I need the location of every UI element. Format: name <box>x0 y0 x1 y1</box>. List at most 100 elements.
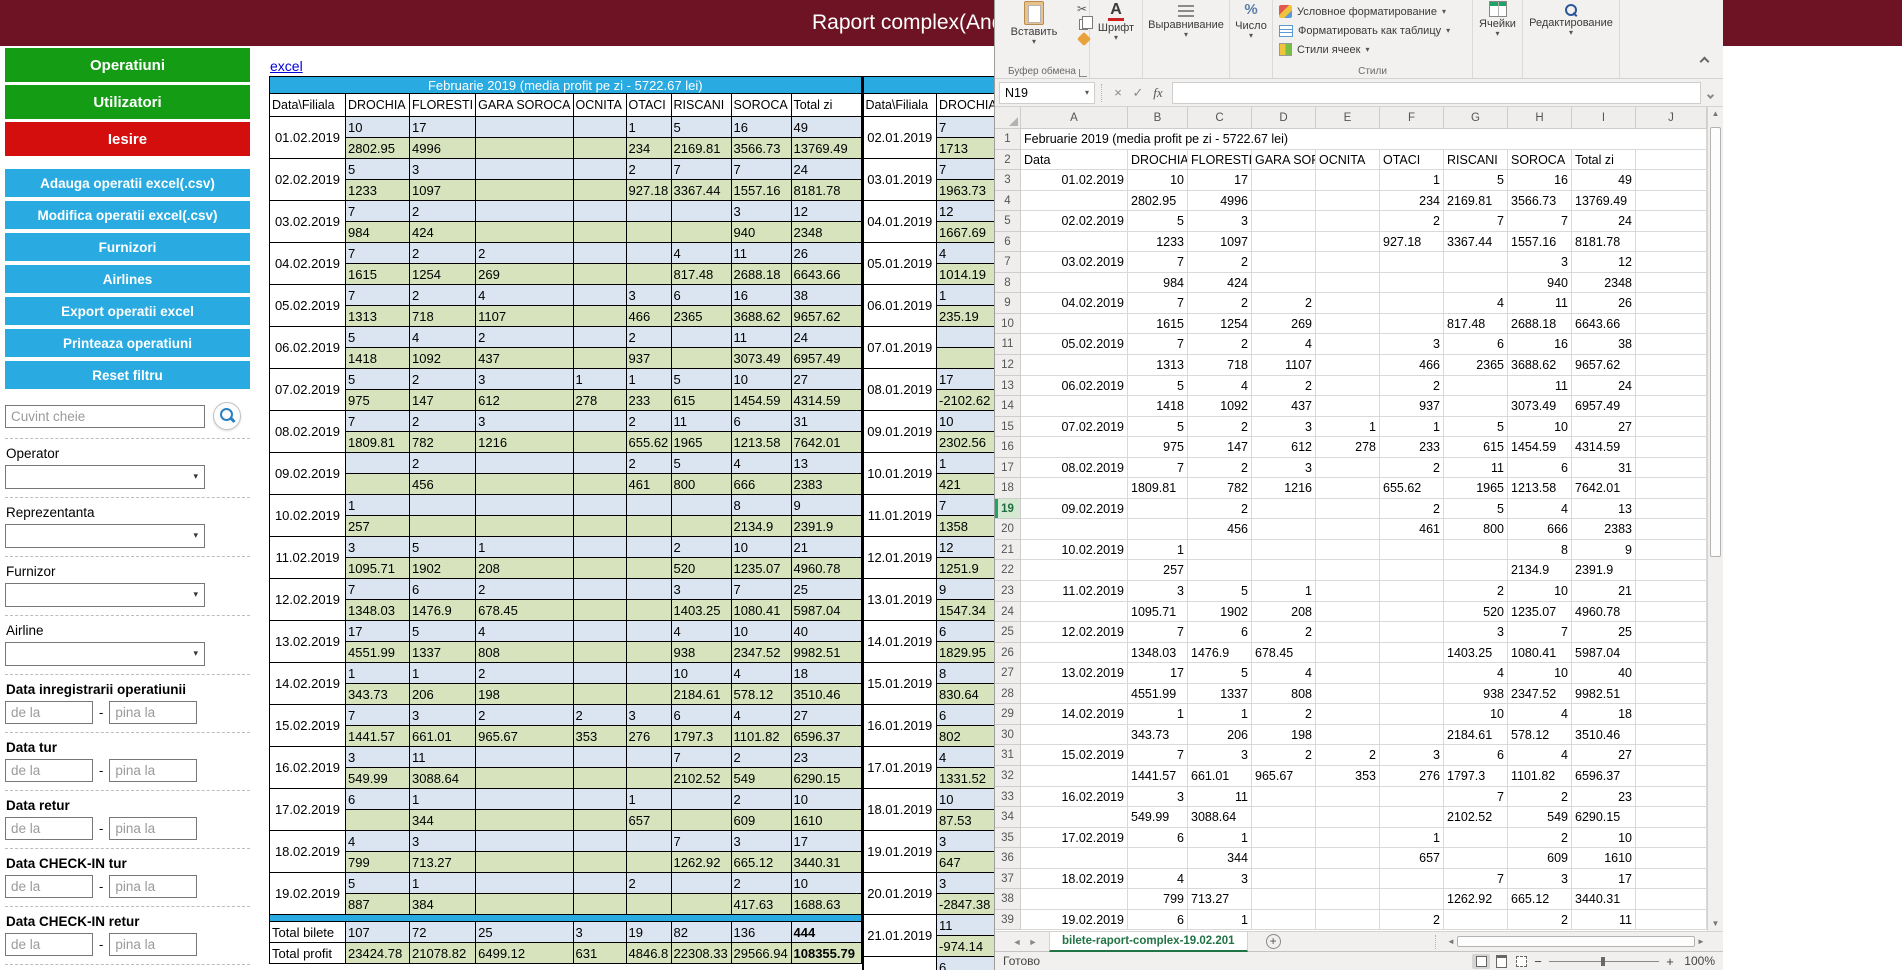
excel-cell[interactable]: 1797.3 <box>1444 766 1508 787</box>
date-from-input-data-tur[interactable] <box>5 759 93 782</box>
row-header-23[interactable]: 23 <box>995 581 1021 602</box>
excel-cell[interactable] <box>1021 437 1128 458</box>
sidebar-button-furnizori[interactable]: Furnizori <box>5 233 250 261</box>
row-header-34[interactable]: 34 <box>995 807 1021 828</box>
number-format-button[interactable]: % Число ▾ <box>1230 0 1272 40</box>
dialog-launcher-icon[interactable] <box>1079 69 1087 77</box>
excel-cell[interactable]: 198 <box>1252 725 1316 746</box>
excel-cell[interactable]: 2 <box>1380 910 1444 931</box>
excel-cell[interactable]: 49 <box>1572 170 1636 191</box>
excel-cell[interactable]: 5 <box>1188 663 1252 684</box>
date-to-input-data-inregistrarii-operatiunii[interactable] <box>109 701 197 724</box>
row-header-36[interactable]: 36 <box>995 848 1021 869</box>
row-header-5[interactable]: 5 <box>995 211 1021 232</box>
excel-cell[interactable]: 782 <box>1188 478 1252 499</box>
row-header-3[interactable]: 3 <box>995 170 1021 191</box>
excel-cell[interactable]: 24 <box>1572 376 1636 397</box>
excel-cell[interactable] <box>1021 314 1128 335</box>
sidebar-button-export-operatii-excel[interactable]: Export operatii excel <box>5 297 250 325</box>
excel-cell[interactable]: 06.02.2019 <box>1021 376 1128 397</box>
excel-cell[interactable]: 6290.15 <box>1572 807 1636 828</box>
excel-cell[interactable]: 1454.59 <box>1508 437 1572 458</box>
excel-cell[interactable] <box>1021 478 1128 499</box>
excel-cell[interactable]: 2 <box>1508 787 1572 808</box>
row-header-35[interactable]: 35 <box>995 828 1021 849</box>
excel-cell[interactable] <box>1252 191 1316 212</box>
row-header-37[interactable]: 37 <box>995 869 1021 890</box>
scroll-left-icon[interactable]: ◄ <box>1445 935 1457 949</box>
excel-cell[interactable]: 1557.16 <box>1508 232 1572 253</box>
date-from-input-data-retur[interactable] <box>5 817 93 840</box>
excel-cell[interactable]: 17 <box>1572 869 1636 890</box>
copy-icon[interactable] <box>1079 19 1088 30</box>
excel-cell[interactable] <box>1444 848 1508 869</box>
excel-cell[interactable] <box>1380 314 1444 335</box>
excel-cell[interactable]: 7 <box>1508 622 1572 643</box>
excel-cell[interactable] <box>1636 519 1707 540</box>
excel-cell[interactable]: 5 <box>1128 376 1188 397</box>
excel-cell[interactable]: 609 <box>1508 848 1572 869</box>
excel-cell[interactable] <box>1380 663 1444 684</box>
excel-cell[interactable]: 8 <box>1508 540 1572 561</box>
excel-cell[interactable] <box>1021 889 1128 910</box>
excel-cell[interactable]: 2 <box>1380 458 1444 479</box>
excel-cell[interactable] <box>1636 417 1707 438</box>
excel-cell[interactable] <box>1636 478 1707 499</box>
search-input[interactable] <box>5 405 205 428</box>
excel-cell[interactable]: 2688.18 <box>1508 314 1572 335</box>
excel-cell[interactable]: 9657.62 <box>1572 355 1636 376</box>
excel-cell[interactable]: 147 <box>1188 437 1252 458</box>
excel-cell[interactable]: 11.02.2019 <box>1021 581 1128 602</box>
row-header-2[interactable]: 2 <box>995 150 1021 171</box>
excel-cell[interactable] <box>1021 602 1128 623</box>
excel-cell[interactable]: 7 <box>1444 869 1508 890</box>
excel-cell[interactable]: 5987.04 <box>1572 643 1636 664</box>
excel-cell[interactable]: 666 <box>1508 519 1572 540</box>
excel-cell[interactable] <box>1444 828 1508 849</box>
excel-cell[interactable]: 1418 <box>1128 396 1188 417</box>
excel-cell[interactable] <box>1316 540 1380 561</box>
excel-cell[interactable]: 5 <box>1444 499 1508 520</box>
excel-cell[interactable]: 466 <box>1380 355 1444 376</box>
excel-cell[interactable]: 817.48 <box>1444 314 1508 335</box>
date-from-input-data-check-in-tur[interactable] <box>5 875 93 898</box>
excel-cell[interactable]: Total zi <box>1572 150 1636 171</box>
excel-cell[interactable]: 18 <box>1572 704 1636 725</box>
excel-cell[interactable] <box>1380 889 1444 910</box>
excel-cell[interactable] <box>1380 643 1444 664</box>
excel-cell[interactable] <box>1252 910 1316 931</box>
excel-cell[interactable] <box>1316 725 1380 746</box>
excel-cell[interactable]: 3 <box>1188 869 1252 890</box>
date-to-input-data-retur[interactable] <box>109 817 197 840</box>
excel-cell[interactable]: 1216 <box>1252 478 1316 499</box>
excel-cell[interactable] <box>1636 725 1707 746</box>
excel-cell[interactable]: 655.62 <box>1380 478 1444 499</box>
excel-cell[interactable]: 3 <box>1444 622 1508 643</box>
zoom-slider[interactable] <box>1549 954 1659 969</box>
excel-cell[interactable]: 10 <box>1508 581 1572 602</box>
excel-cell[interactable]: 25 <box>1572 622 1636 643</box>
excel-cell[interactable]: 2 <box>1380 211 1444 232</box>
excel-cell[interactable] <box>1636 643 1707 664</box>
excel-cell[interactable] <box>1380 725 1444 746</box>
excel-cell[interactable]: 1 <box>1380 170 1444 191</box>
row-header-24[interactable]: 24 <box>995 602 1021 623</box>
excel-cell[interactable]: 1092 <box>1188 396 1252 417</box>
excel-cell[interactable] <box>1444 252 1508 273</box>
excel-cell[interactable] <box>1636 252 1707 273</box>
excel-cell[interactable]: 2802.95 <box>1128 191 1188 212</box>
date-to-input-data-check-in-tur[interactable] <box>109 875 197 898</box>
excel-cell[interactable]: 665.12 <box>1508 889 1572 910</box>
horizontal-scroll-thumb[interactable] <box>1457 936 1695 947</box>
view-break-icon[interactable] <box>1512 954 1530 969</box>
excel-cell[interactable]: 17 <box>1188 170 1252 191</box>
format-painter-icon[interactable] <box>1077 32 1091 46</box>
excel-cell[interactable]: 9982.51 <box>1572 684 1636 705</box>
row-header-25[interactable]: 25 <box>995 622 1021 643</box>
excel-cell[interactable]: 2169.81 <box>1444 191 1508 212</box>
excel-cell[interactable] <box>1316 334 1380 355</box>
excel-cell[interactable] <box>1252 232 1316 253</box>
excel-cell[interactable] <box>1636 602 1707 623</box>
excel-cell[interactable] <box>1316 355 1380 376</box>
excel-cell[interactable] <box>1252 170 1316 191</box>
